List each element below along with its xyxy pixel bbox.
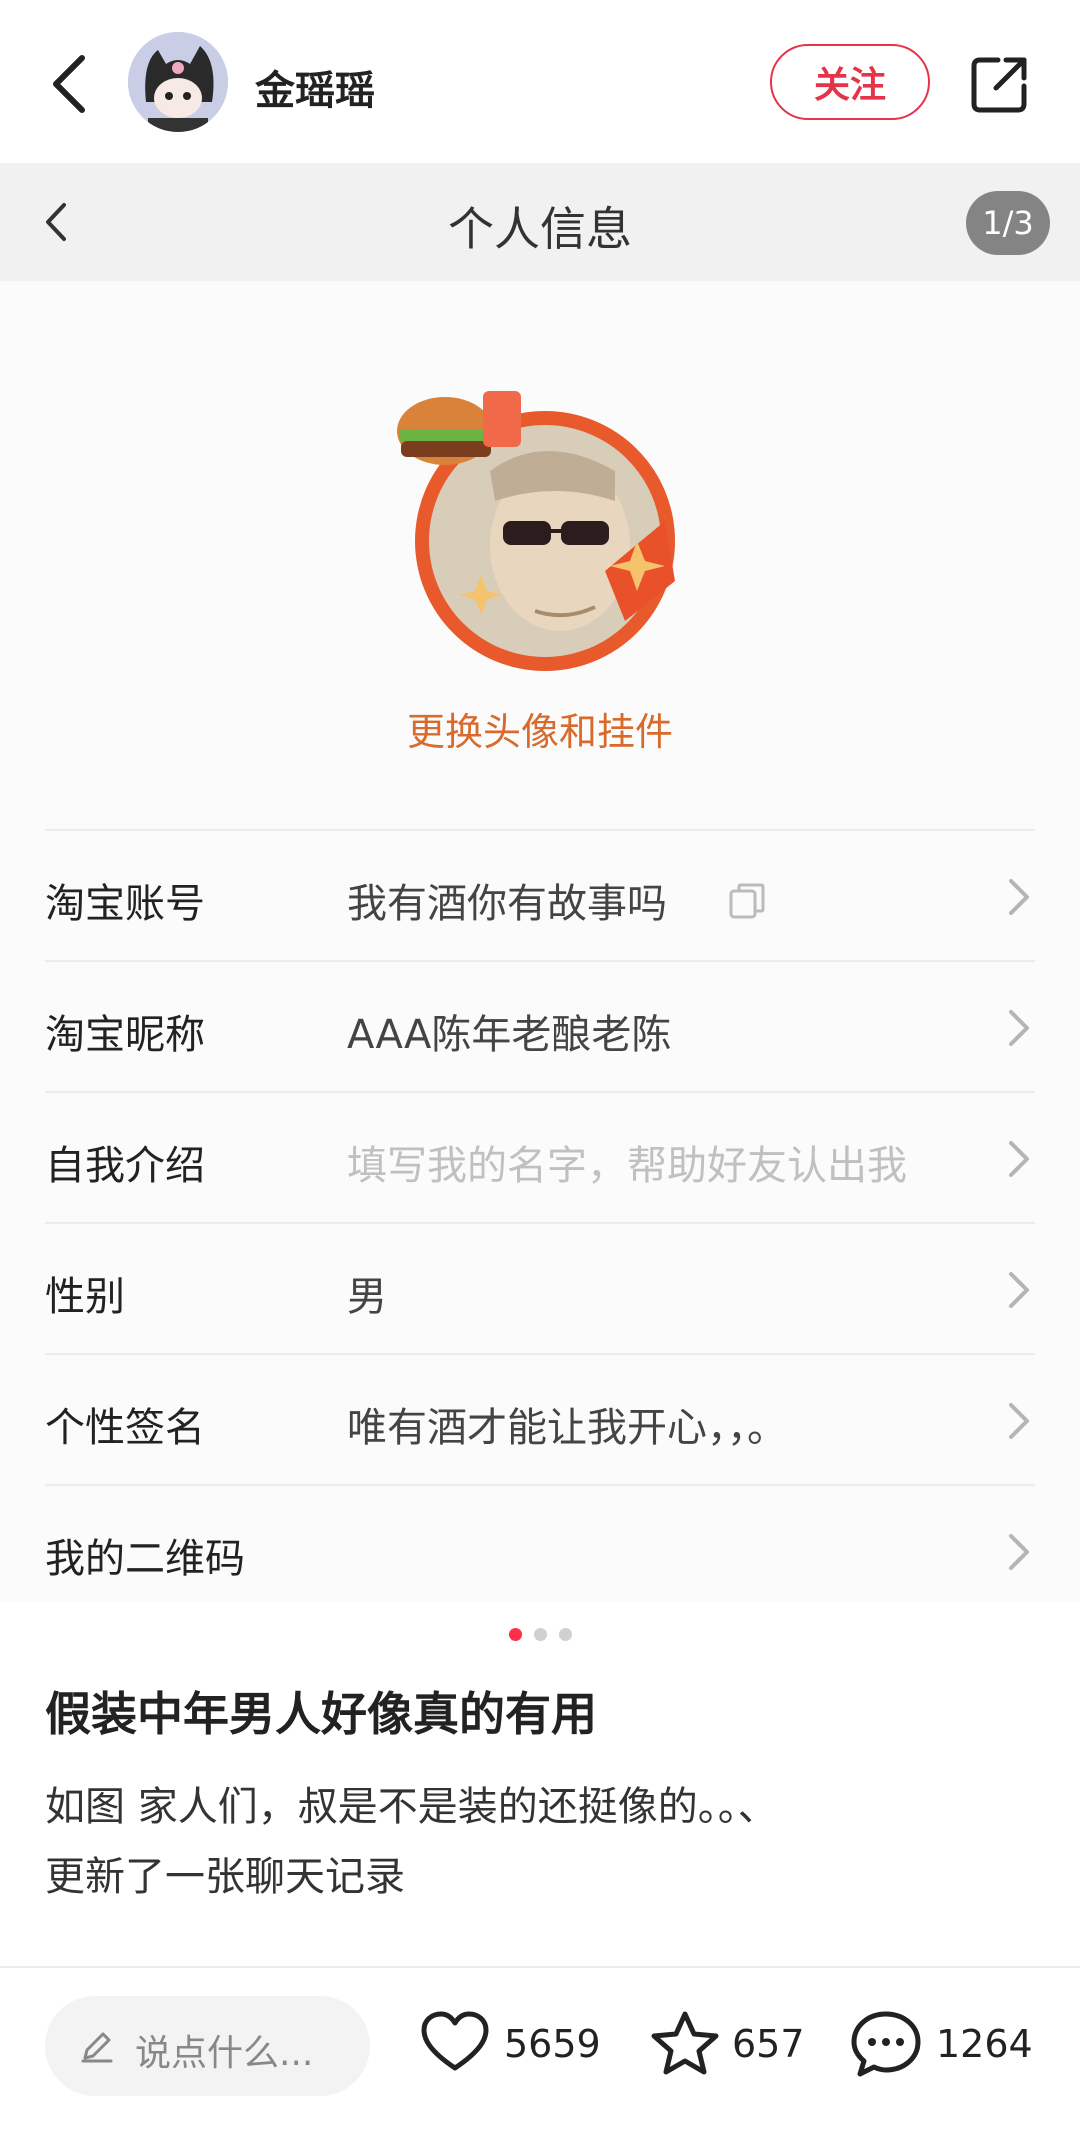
chevron-left-icon <box>53 55 85 113</box>
profile-info-list: 淘宝账号 我有酒你有故事吗 淘宝昵称 AAA陈年老酿老陈 自我介绍 填写我的名字… <box>45 829 1035 1615</box>
chevron-right-icon <box>1009 1534 1029 1570</box>
back-button[interactable] <box>40 48 100 120</box>
carousel-dot <box>558 1628 572 1641</box>
carousel-dots <box>0 1628 1080 1641</box>
info-row-qrcode: 我的二维码 <box>45 1484 1035 1615</box>
carousel-dot <box>533 1628 547 1641</box>
row-label: 我的二维码 <box>45 1536 245 1582</box>
info-row-nickname: 淘宝昵称 AAA陈年老酿老陈 <box>45 960 1035 1091</box>
chevron-right-icon <box>1009 1010 1029 1046</box>
like-button[interactable]: 5659 <box>420 2002 610 2092</box>
comment-button[interactable]: 1264 <box>850 2002 1050 2092</box>
row-value: AAA陈年老酿老陈 <box>347 1012 672 1058</box>
row-label: 性别 <box>45 1274 125 1320</box>
chevron-right-icon <box>1009 1403 1029 1439</box>
heart-icon <box>421 2011 489 2071</box>
kuromi-avatar-icon <box>128 32 228 132</box>
row-label: 淘宝账号 <box>45 881 205 927</box>
row-value: 填写我的名字，帮助好友认出我 <box>347 1143 907 1189</box>
row-label: 淘宝昵称 <box>45 1012 205 1058</box>
post-body-line: 更新了一张聊天记录 <box>45 1854 405 1900</box>
screenshot-nav-bar: 个人信息 1/3 <box>0 163 1080 281</box>
chat-bubble-icon <box>851 2011 921 2077</box>
image-page-indicator: 1/3 <box>966 191 1050 255</box>
post-body: 如图 家人们，叔是不是装的还挺像的。。、 更新了一张聊天记录 <box>45 1772 778 1912</box>
info-row-account: 淘宝账号 我有酒你有故事吗 <box>45 829 1035 960</box>
change-avatar-link: 更换头像和挂件 <box>406 710 673 754</box>
copy-icon <box>729 883 765 919</box>
comment-input[interactable]: 说点什么... <box>45 1996 370 2096</box>
share-button[interactable] <box>968 52 1032 116</box>
carousel-dot-active <box>508 1628 522 1641</box>
comment-count: 1264 <box>936 2022 1033 2066</box>
app-header: 金瑶瑶 关注 <box>0 0 1080 163</box>
author-avatar[interactable] <box>128 32 228 132</box>
comment-placeholder: 说点什么... <box>135 2033 314 2074</box>
info-row-signature: 个性签名 唯有酒才能让我开心，，。 <box>45 1353 1035 1484</box>
chevron-right-icon <box>1009 1141 1029 1177</box>
author-name[interactable]: 金瑶瑶 <box>255 58 375 116</box>
share-icon <box>971 57 1027 113</box>
row-value: 男 <box>347 1274 387 1320</box>
pencil-icon <box>81 2032 113 2063</box>
bottom-action-bar: 说点什么... 5659 657 1264 <box>0 1966 1080 2136</box>
chevron-right-icon <box>1009 879 1029 915</box>
info-row-gender: 性别 男 <box>45 1222 1035 1353</box>
row-value: 我有酒你有故事吗 <box>347 881 667 927</box>
post-image[interactable]: 更换头像和挂件 淘宝账号 我有酒你有故事吗 淘宝昵称 AAA陈年老酿老陈 自我介… <box>0 281 1080 1601</box>
info-row-intro: 自我介绍 填写我的名字，帮助好友认出我 <box>45 1091 1035 1222</box>
screenshot-title: 个人信息 <box>448 202 632 256</box>
post-title: 假装中年男人好像真的有用 <box>45 1687 597 1741</box>
favorite-button[interactable]: 657 <box>650 2002 810 2092</box>
row-label: 自我介绍 <box>45 1143 205 1189</box>
chevron-right-icon <box>1009 1272 1029 1308</box>
post-body-line: 如图 家人们，叔是不是装的还挺像的。。、 <box>45 1784 778 1830</box>
row-label: 个性签名 <box>45 1405 205 1451</box>
star-icon <box>651 2011 719 2075</box>
like-count: 5659 <box>504 2022 601 2066</box>
follow-button[interactable]: 关注 <box>770 44 930 120</box>
row-value: 唯有酒才能让我开心，，。 <box>347 1405 787 1451</box>
profile-avatar-with-frame <box>375 371 705 701</box>
favorite-count: 657 <box>732 2022 805 2066</box>
